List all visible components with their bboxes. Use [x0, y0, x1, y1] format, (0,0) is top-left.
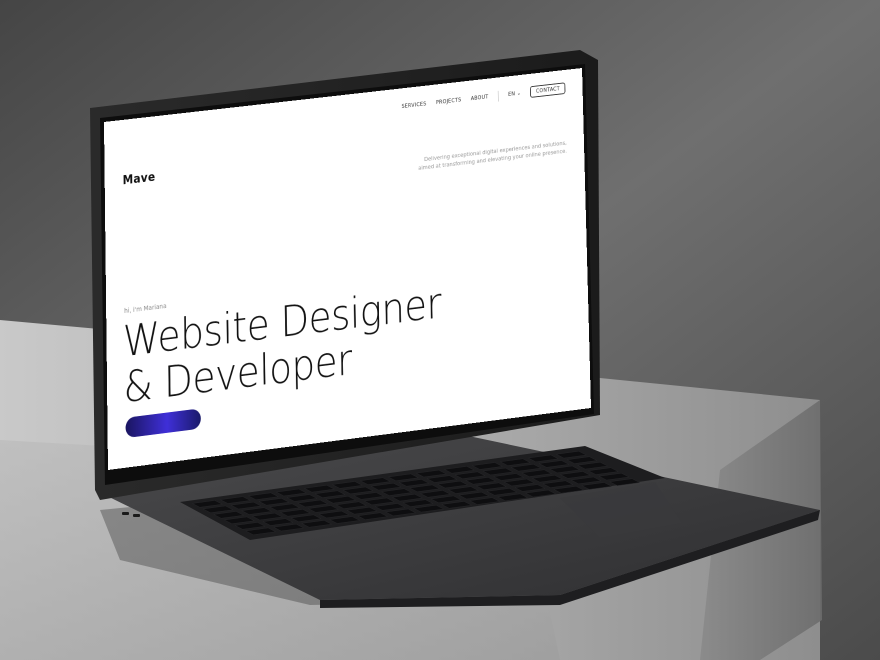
- site-nav: SERVICES PROJECTS ABOUT EN ⌄ CONTACT: [401, 82, 566, 112]
- site-logo[interactable]: Mave: [123, 171, 156, 188]
- hero-headline: Website Designer & Developer: [123, 278, 443, 412]
- tagline: Delivering exceptional digital experienc…: [418, 139, 568, 172]
- website-screen: SERVICES PROJECTS ABOUT EN ⌄ CONTACT Mav…: [104, 68, 591, 470]
- nav-projects-link[interactable]: PROJECTS: [436, 97, 462, 106]
- mockup-scene: SERVICES PROJECTS ABOUT EN ⌄ CONTACT Mav…: [0, 0, 880, 660]
- nav-about-link[interactable]: ABOUT: [471, 94, 489, 102]
- chevron-down-icon: ⌄: [516, 90, 522, 97]
- nav-divider: [497, 90, 499, 102]
- hero-cta-button[interactable]: [125, 408, 201, 439]
- language-selector[interactable]: EN ⌄: [508, 90, 521, 98]
- nav-services-link[interactable]: SERVICES: [401, 101, 426, 110]
- language-label: EN: [508, 90, 516, 98]
- contact-button[interactable]: CONTACT: [530, 82, 566, 98]
